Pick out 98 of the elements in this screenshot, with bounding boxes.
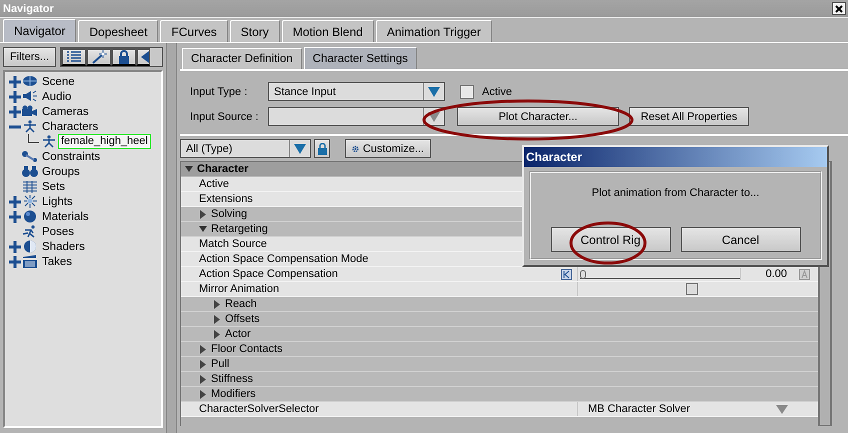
tab[interactable]: Character Settings xyxy=(304,47,417,69)
figure-icon xyxy=(21,120,39,133)
section-label: Offsets xyxy=(225,313,260,325)
close-button[interactable] xyxy=(832,2,846,15)
checkbox-label: Active xyxy=(482,86,512,98)
expand-triangle-icon[interactable] xyxy=(199,390,207,398)
sphere-icon xyxy=(21,210,39,223)
section-label: Solving xyxy=(211,208,248,220)
plot-character-button[interactable]: Plot Character... xyxy=(457,107,619,126)
expand-icon[interactable] xyxy=(9,210,21,222)
property-label: Match Source xyxy=(199,238,267,250)
expand-icon[interactable] xyxy=(9,240,21,252)
clapperboard-icon xyxy=(21,255,39,268)
dialog-button[interactable]: Control Rig xyxy=(550,227,670,252)
dropdown-arrow-icon[interactable] xyxy=(428,112,440,122)
tree-item[interactable]: female_high_heel xyxy=(58,134,151,149)
expand-icon[interactable] xyxy=(9,106,21,118)
expand-triangle-icon[interactable] xyxy=(199,374,207,384)
figure-icon xyxy=(40,135,58,148)
camera-icon xyxy=(21,105,39,118)
expand-icon[interactable] xyxy=(9,196,21,208)
expand-triangle-icon[interactable] xyxy=(199,360,207,368)
expand-triangle-icon[interactable] xyxy=(199,210,207,218)
property-label: CharacterSolverSelector xyxy=(199,403,319,415)
tab[interactable]: Navigator xyxy=(3,19,76,42)
expand-triangle-icon[interactable] xyxy=(213,330,221,338)
tree-item[interactable]: Cameras xyxy=(39,104,92,118)
tab[interactable]: Dopesheet xyxy=(78,20,158,42)
expand-icon[interactable] xyxy=(9,76,21,88)
group-label: Character xyxy=(197,163,248,175)
tab[interactable]: Motion Blend xyxy=(282,20,374,42)
customize-button[interactable]: Customize... xyxy=(345,139,431,158)
reset-properties-button[interactable]: Reset All Properties xyxy=(629,107,749,126)
tree-item[interactable]: Characters xyxy=(39,120,102,134)
tree-item[interactable]: Constraints xyxy=(39,150,104,164)
section-label: Retargeting xyxy=(211,223,268,235)
dropdown-arrow-icon[interactable] xyxy=(294,144,306,154)
property-label: Active xyxy=(199,178,229,190)
globe-icon xyxy=(21,75,39,88)
tab[interactable]: Character Definition xyxy=(182,48,302,69)
tree-item[interactable]: Poses xyxy=(39,224,77,238)
expand-triangle-icon[interactable] xyxy=(213,314,221,324)
section-label: Modifiers xyxy=(211,388,256,400)
dialog-message: Plot animation from Character to... xyxy=(592,187,760,199)
tree-item[interactable]: Takes xyxy=(39,254,76,268)
list-icon[interactable] xyxy=(61,48,86,66)
input-type-dropdown[interactable]: Stance Input xyxy=(268,82,445,101)
input-source-dropdown[interactable] xyxy=(268,107,445,126)
half-sphere-icon xyxy=(21,240,39,253)
property-label: Action Space Compensation xyxy=(199,268,338,280)
property-label: Extensions xyxy=(199,193,253,205)
tab[interactable]: Animation Trigger xyxy=(376,20,492,42)
link-icon xyxy=(21,150,39,163)
tree-item[interactable]: Audio xyxy=(39,90,74,104)
section-label: Stiffness xyxy=(211,373,253,385)
dropdown-arrow-icon[interactable] xyxy=(428,86,440,96)
dialog-title: Character xyxy=(524,147,827,167)
tree-item[interactable]: Lights xyxy=(39,194,76,208)
checkbox[interactable] xyxy=(460,84,474,98)
property-label: Mirror Animation xyxy=(199,283,280,295)
tree-item[interactable]: Shaders xyxy=(39,240,88,254)
type-filter-dropdown[interactable]: All (Type) xyxy=(180,139,311,158)
window-title: Navigator xyxy=(3,2,54,14)
leader-line xyxy=(28,134,39,143)
section-label: Actor xyxy=(225,328,251,340)
section-label: Floor Contacts xyxy=(211,343,283,355)
slider-thumb[interactable] xyxy=(580,270,586,278)
lock-icon[interactable] xyxy=(111,48,136,66)
collapse-triangle-icon[interactable] xyxy=(185,164,193,174)
expand-triangle-icon[interactable] xyxy=(199,344,207,354)
gear-icon xyxy=(352,144,359,154)
field-label: Input Source : xyxy=(190,110,260,122)
checkbox[interactable] xyxy=(686,283,698,295)
grid-icon xyxy=(21,180,39,193)
expand-icon[interactable] xyxy=(9,90,21,102)
expand-icon[interactable] xyxy=(9,256,21,268)
tab[interactable]: FCurves xyxy=(160,20,228,42)
dialog-button[interactable]: Cancel xyxy=(680,227,800,252)
tree-item[interactable]: Sets xyxy=(39,180,68,194)
dropdown-value[interactable]: MB Character Solver xyxy=(588,403,690,415)
section-label: Reach xyxy=(225,298,257,310)
arrow-left-icon[interactable] xyxy=(136,48,150,66)
tree-item[interactable]: Scene xyxy=(39,74,78,88)
section-label: Pull xyxy=(211,358,230,370)
expand-triangle-icon[interactable] xyxy=(213,300,221,308)
sun-icon xyxy=(21,195,39,208)
magic-wand-icon[interactable] xyxy=(86,48,111,66)
tree-item[interactable]: Groups xyxy=(39,164,83,178)
field-label: Input Type : xyxy=(190,86,248,98)
tree-item[interactable]: Materials xyxy=(39,210,92,224)
key-icon[interactable] xyxy=(561,268,572,280)
tab[interactable]: Story xyxy=(230,20,280,42)
speaker-icon xyxy=(21,90,39,103)
property-label: Action Space Compensation Mode xyxy=(199,253,368,265)
filters-button[interactable]: Filters... xyxy=(3,47,56,67)
collapse-triangle-icon[interactable] xyxy=(199,224,207,234)
binoculars-icon xyxy=(21,165,39,178)
number-value[interactable]: 0.00 xyxy=(740,268,795,280)
